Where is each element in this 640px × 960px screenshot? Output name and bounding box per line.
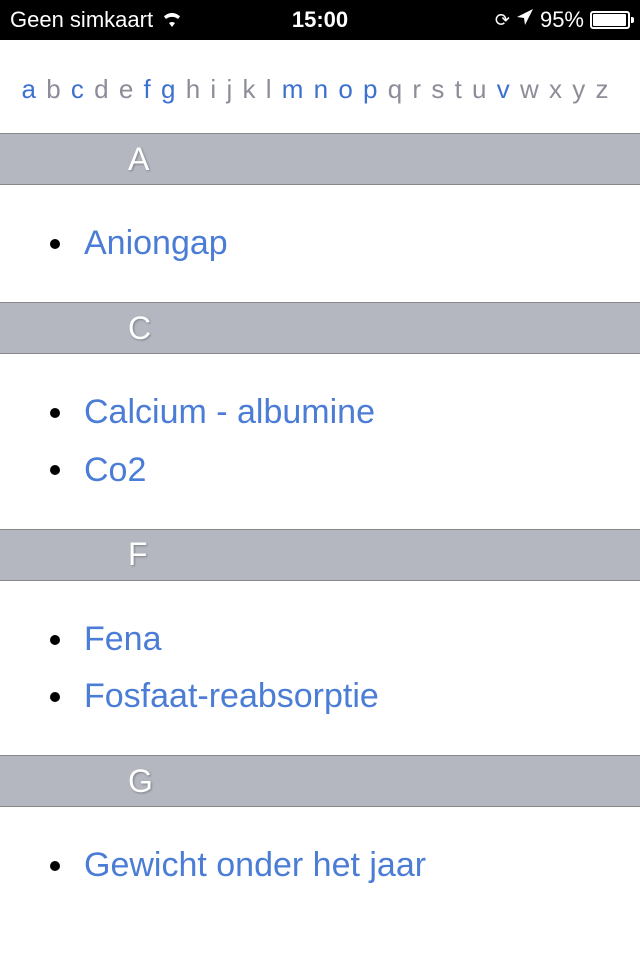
bullet-icon — [50, 635, 60, 645]
location-icon — [516, 8, 534, 32]
item-link[interactable]: Gewicht onder het jaar — [84, 841, 426, 890]
bullet-icon — [50, 239, 60, 249]
item-link[interactable]: Fosfaat-reabsorptie — [84, 672, 379, 721]
battery-text: 95% — [540, 7, 584, 33]
alpha-letter-c[interactable]: c — [69, 74, 85, 104]
alpha-letter-i: i — [209, 74, 218, 104]
list-item[interactable]: Fosfaat-reabsorptie — [50, 668, 640, 725]
alpha-letter-e: e — [117, 74, 134, 104]
status-time: 15:00 — [292, 7, 348, 33]
orientation-lock-icon: ⟳ — [495, 10, 510, 31]
alpha-letter-y: y — [571, 74, 587, 104]
bullet-icon — [50, 861, 60, 871]
alpha-letter-w: w — [518, 74, 540, 104]
battery-icon — [590, 11, 630, 29]
carrier-text: Geen simkaart — [10, 7, 153, 33]
section-header-c: C — [0, 302, 640, 354]
section-items-a: Aniongap — [0, 185, 640, 302]
alpha-letter-o[interactable]: o — [337, 74, 354, 104]
list-item[interactable]: Gewicht onder het jaar — [50, 837, 640, 894]
section-items-f: Fena Fosfaat-reabsorptie — [0, 581, 640, 756]
alpha-letter-s: s — [430, 74, 446, 104]
alpha-letter-n[interactable]: n — [312, 74, 329, 104]
alpha-letter-p[interactable]: p — [362, 74, 379, 104]
bullet-icon — [50, 692, 60, 702]
alpha-letter-k: k — [241, 74, 257, 104]
item-link[interactable]: Aniongap — [84, 219, 228, 268]
bullet-icon — [50, 465, 60, 475]
alpha-letter-t: t — [453, 74, 463, 104]
alpha-letter-l: l — [264, 74, 273, 104]
item-link[interactable]: Co2 — [84, 446, 146, 495]
alpha-letter-a[interactable]: a — [20, 74, 37, 104]
bullet-icon — [50, 408, 60, 418]
alpha-letter-b: b — [45, 74, 62, 104]
status-bar: Geen simkaart 15:00 ⟳ 95% — [0, 0, 640, 40]
item-link[interactable]: Fena — [84, 615, 162, 664]
section-header-a: A — [0, 133, 640, 185]
item-link[interactable]: Calcium - albumine — [84, 388, 375, 437]
alpha-letter-x: x — [547, 74, 563, 104]
alpha-letter-j: j — [225, 74, 234, 104]
alpha-letter-z: z — [594, 74, 610, 104]
status-left: Geen simkaart — [10, 7, 183, 33]
list-item[interactable]: Calcium - albumine — [50, 384, 640, 441]
alphabet-index: a b c d e f g h i j k l m n o p q r s t … — [0, 40, 640, 133]
section-items-g: Gewicht onder het jaar — [0, 807, 640, 924]
alpha-letter-d: d — [93, 74, 110, 104]
alpha-letter-g[interactable]: g — [160, 74, 177, 104]
index-list: A Aniongap C Calcium - albumine Co2 F Fena Fosf… — [0, 133, 640, 925]
list-item[interactable]: Co2 — [50, 442, 640, 499]
list-item[interactable]: Fena — [50, 611, 640, 668]
alpha-letter-r: r — [411, 74, 423, 104]
section-items-c: Calcium - albumine Co2 — [0, 354, 640, 529]
section-header-f: F — [0, 529, 640, 581]
alpha-letter-f[interactable]: f — [142, 74, 152, 104]
alpha-letter-m[interactable]: m — [280, 74, 305, 104]
alpha-letter-h: h — [184, 74, 201, 104]
list-item[interactable]: Aniongap — [50, 215, 640, 272]
wifi-icon — [161, 7, 183, 33]
alpha-letter-v[interactable]: v — [495, 74, 511, 104]
status-right: ⟳ 95% — [495, 7, 630, 33]
section-header-g: G — [0, 755, 640, 807]
alpha-letter-q: q — [386, 74, 403, 104]
alpha-letter-u: u — [471, 74, 488, 104]
